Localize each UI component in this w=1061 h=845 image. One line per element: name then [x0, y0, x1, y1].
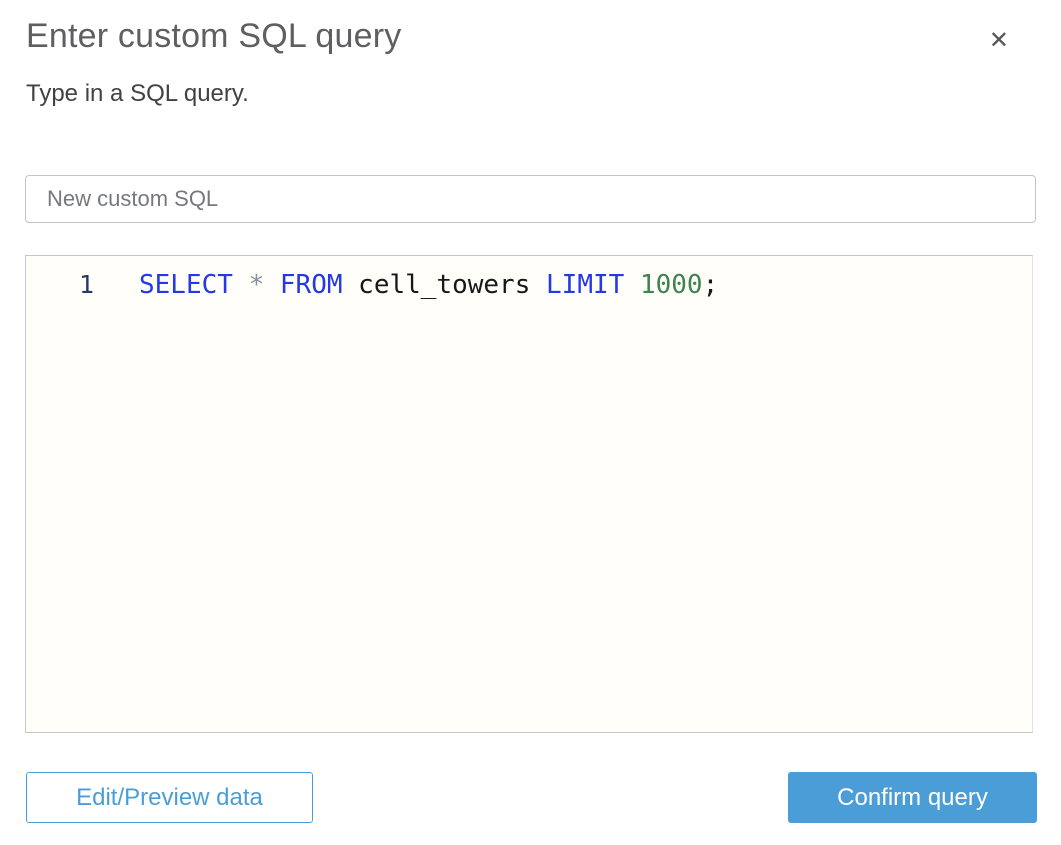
sql-token-plain [343, 270, 359, 300]
line-number: 1 [78, 270, 94, 299]
dialog-header: Enter custom SQL query ✕ [26, 16, 1037, 57]
sql-code-line: SELECT * FROM cell_towers LIMIT 1000; [94, 268, 718, 302]
edit-preview-data-button[interactable]: Edit/Preview data [26, 772, 313, 823]
sql-token-punct: ; [702, 270, 719, 300]
sql-token-number: 1000 [639, 270, 703, 300]
sql-token-plain [530, 270, 546, 300]
dialog-footer: Edit/Preview data Confirm query [26, 772, 1037, 823]
sql-token-identifier: cell_towers [358, 270, 531, 300]
sql-token-keyword: SELECT [139, 270, 233, 300]
dialog-subtitle: Type in a SQL query. [26, 80, 249, 107]
sql-token-keyword: LIMIT [546, 270, 625, 300]
custom-sql-dialog: Enter custom SQL query ✕ Type in a SQL q… [0, 16, 1061, 823]
code-line: 1 SELECT * FROM cell_towers LIMIT 1000; [26, 268, 1032, 302]
sql-editor[interactable]: 1 SELECT * FROM cell_towers LIMIT 1000; [25, 255, 1033, 733]
sql-token-plain [624, 270, 640, 300]
sql-token-plain [264, 270, 280, 300]
page-title: Enter custom SQL query [26, 17, 402, 55]
confirm-query-button[interactable]: Confirm query [788, 772, 1037, 823]
sql-token-keyword: FROM [279, 270, 343, 300]
close-icon[interactable]: ✕ [987, 26, 1011, 54]
sql-token-operator: * [248, 270, 265, 300]
query-name-input[interactable] [25, 175, 1036, 223]
sql-token-plain [233, 270, 249, 300]
